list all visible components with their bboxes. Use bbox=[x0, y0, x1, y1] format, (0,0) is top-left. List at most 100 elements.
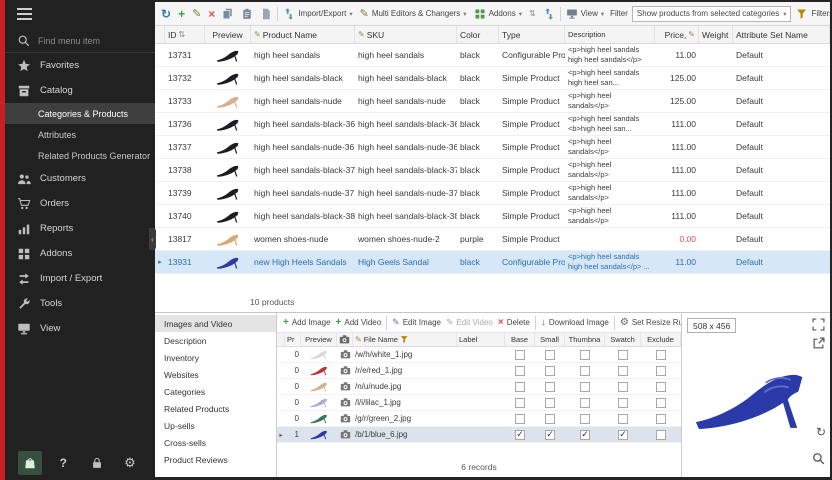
column-priority[interactable]: Pr bbox=[285, 333, 301, 346]
checkbox-swatch[interactable] bbox=[618, 398, 628, 408]
column-file-name[interactable]: ✎File Name bbox=[353, 333, 457, 346]
sidebar-item-customers[interactable]: Customers bbox=[5, 166, 155, 191]
sidebar-search-input[interactable]: Find menu item bbox=[5, 29, 155, 53]
image-row[interactable]: 0 /g/r/green_2.jpg bbox=[277, 411, 681, 427]
checkbox-thumbnail[interactable] bbox=[580, 382, 590, 392]
column-sku[interactable]: ✎SKU bbox=[355, 26, 457, 43]
view-menu[interactable]: View ▾ bbox=[564, 6, 606, 22]
tab-images-and-video[interactable]: Images and Video bbox=[155, 315, 276, 332]
set-resize-rule-button[interactable]: ⚙Set Resize Rule bbox=[620, 317, 681, 328]
download-image-button[interactable]: ↓Download Image bbox=[541, 317, 609, 328]
store-button[interactable] bbox=[18, 451, 42, 475]
checkbox-base[interactable] bbox=[515, 350, 525, 360]
checkbox-exclude[interactable] bbox=[656, 414, 666, 424]
column-label-col[interactable]: Label bbox=[457, 333, 505, 346]
checkbox-small[interactable] bbox=[545, 350, 555, 360]
tab-categories[interactable]: Categories bbox=[155, 383, 276, 400]
image-row-selected[interactable]: ▸ 1 /b/1/blue_6.jpg bbox=[277, 427, 681, 443]
sidebar-item-tools[interactable]: Tools bbox=[5, 291, 155, 316]
checkbox-exclude[interactable] bbox=[656, 366, 666, 376]
image-row[interactable]: 0 /r/e/red_1.jpg bbox=[277, 363, 681, 379]
sidebar-item-view[interactable]: View bbox=[5, 316, 155, 341]
checkbox-swatch-checked[interactable] bbox=[618, 430, 628, 440]
checkbox-small-checked[interactable] bbox=[545, 430, 555, 440]
checkbox-base-checked[interactable] bbox=[515, 430, 525, 440]
edit-image-button[interactable]: ✎Edit Image bbox=[392, 317, 441, 328]
checkbox-exclude[interactable] bbox=[656, 382, 666, 392]
addons-menu[interactable]: Addons ▾ bbox=[472, 6, 524, 22]
zoom-icon[interactable] bbox=[812, 452, 825, 465]
column-thumbnail[interactable]: Thumbna bbox=[565, 333, 605, 346]
column-attribute-set-name[interactable]: Attribute Set Name bbox=[733, 26, 830, 43]
checkbox-small[interactable] bbox=[545, 366, 555, 376]
checkbox-thumbnail[interactable] bbox=[580, 366, 590, 376]
sidebar-item-addons[interactable]: Addons bbox=[5, 241, 155, 266]
sidebar-item-import-export[interactable]: Import / Export bbox=[5, 266, 155, 291]
column-price[interactable]: Price,✎ bbox=[655, 26, 699, 43]
product-row[interactable]: 13740 high heel sandals-black-38 high he… bbox=[155, 205, 830, 228]
column-preview[interactable]: Preview bbox=[301, 333, 337, 346]
column-camera[interactable] bbox=[337, 333, 353, 346]
checkbox-small[interactable] bbox=[545, 382, 555, 392]
row-expander-icon[interactable]: ▸ bbox=[155, 258, 165, 266]
product-row-selected[interactable]: ▸ 13931 new High Heels Sandals High Geel… bbox=[155, 251, 830, 274]
help-button[interactable]: ? bbox=[51, 451, 75, 475]
refresh-button[interactable]: ↻ bbox=[159, 5, 173, 23]
column-weight[interactable]: Weight bbox=[699, 26, 733, 43]
import-export-menu[interactable]: Import/Export ▾ bbox=[281, 6, 354, 22]
column-swatch[interactable]: Swatch bbox=[605, 333, 641, 346]
delete-product-button[interactable]: × bbox=[206, 5, 217, 23]
column-description[interactable]: Description bbox=[565, 26, 655, 43]
image-row[interactable]: 0 /n/u/nude.jpg bbox=[277, 379, 681, 395]
paste-button[interactable] bbox=[239, 6, 255, 22]
column-exclude[interactable]: Exclude bbox=[641, 333, 681, 346]
checkbox-thumbnail[interactable] bbox=[580, 414, 590, 424]
fullscreen-icon[interactable] bbox=[812, 318, 825, 331]
sort-ascending-button[interactable]: ⇅ bbox=[527, 7, 538, 20]
tab-description[interactable]: Description bbox=[155, 332, 276, 349]
column-id[interactable]: ID⇅ bbox=[165, 26, 205, 43]
checkbox-swatch[interactable] bbox=[618, 414, 628, 424]
delete-image-button[interactable]: ×Delete bbox=[498, 317, 530, 328]
sidebar-item-attributes[interactable]: Attributes bbox=[5, 124, 155, 145]
checkbox-base[interactable] bbox=[515, 366, 525, 376]
checkbox-base[interactable] bbox=[515, 382, 525, 392]
refresh-preview-icon[interactable]: ↻ bbox=[816, 425, 826, 439]
column-preview[interactable]: Preview bbox=[205, 26, 251, 43]
tab-websites[interactable]: Websites bbox=[155, 366, 276, 383]
column-base[interactable]: Base bbox=[505, 333, 535, 346]
hamburger-menu-icon[interactable] bbox=[5, 0, 155, 29]
category-filter-select[interactable]: Show products from selected categories ▾ bbox=[632, 6, 792, 22]
column-color[interactable]: Color bbox=[457, 26, 499, 43]
image-row[interactable]: 0 /l/i/lilac_1.jpg bbox=[277, 395, 681, 411]
row-expander-icon[interactable]: ▸ bbox=[277, 431, 285, 439]
sidebar-item-related-products-generator[interactable]: Related Products Generator bbox=[5, 145, 155, 166]
tab-up-sells[interactable]: Up-sells bbox=[155, 417, 276, 434]
checkbox-exclude[interactable] bbox=[656, 398, 666, 408]
product-row[interactable]: 13732 high heel sandals-black high heel … bbox=[155, 67, 830, 90]
add-product-button[interactable]: + bbox=[176, 5, 187, 23]
checkbox-small[interactable] bbox=[545, 398, 555, 408]
tab-related-products[interactable]: Related Products bbox=[155, 400, 276, 417]
add-image-button[interactable]: +Add Image bbox=[283, 317, 331, 328]
duplicate-button[interactable] bbox=[258, 6, 274, 22]
tab-inventory[interactable]: Inventory bbox=[155, 349, 276, 366]
product-row[interactable]: 13737 high heel sandals-nude-36 high hee… bbox=[155, 136, 830, 159]
add-video-button[interactable]: +Add Video bbox=[336, 317, 382, 328]
sort-descending-button[interactable] bbox=[541, 6, 557, 22]
lock-button[interactable] bbox=[85, 451, 109, 475]
product-row[interactable]: 13817 women shoes-nude women shoes-nude-… bbox=[155, 228, 830, 251]
product-row[interactable]: 13738 high heel sandals-black-37 high he… bbox=[155, 159, 830, 182]
column-product-name[interactable]: ✎Product Name bbox=[251, 26, 355, 43]
sidebar-item-favorites[interactable]: Favorites bbox=[5, 53, 155, 78]
product-row[interactable]: 13731 high heel sandals high heel sandal… bbox=[155, 44, 830, 67]
checkbox-exclude[interactable] bbox=[656, 350, 666, 360]
filters-menu[interactable]: Filters ▾ bbox=[794, 6, 830, 22]
checkbox-swatch[interactable] bbox=[618, 366, 628, 376]
settings-button[interactable]: ⚙ bbox=[118, 451, 142, 475]
checkbox-base[interactable] bbox=[515, 414, 525, 424]
checkbox-thumbnail-checked[interactable] bbox=[580, 430, 590, 440]
tab-product-reviews[interactable]: Product Reviews bbox=[155, 451, 276, 468]
column-small[interactable]: Small bbox=[535, 333, 565, 346]
sidebar-item-categories-products[interactable]: Categories & Products bbox=[5, 103, 155, 124]
